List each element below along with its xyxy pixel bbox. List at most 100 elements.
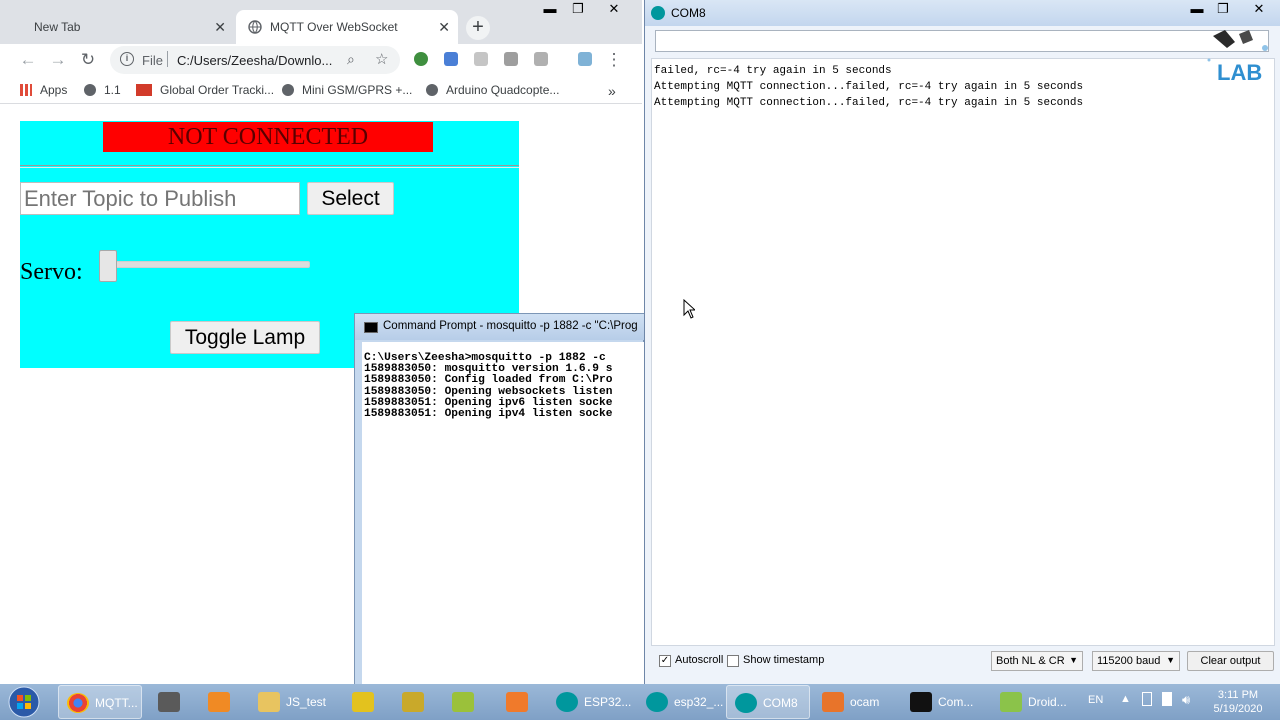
- clear-output-button[interactable]: Clear output: [1187, 651, 1274, 671]
- taskbar-item-esp32[interactable]: ESP32...: [548, 685, 634, 719]
- line-ending-value: Both NL & CR: [996, 655, 1065, 667]
- close-icon[interactable]: ✕: [438, 20, 450, 34]
- taskbar-label: JS_test: [286, 695, 327, 709]
- arduino-icon: [556, 692, 578, 712]
- site-icon: [136, 84, 152, 96]
- servo-slider-track[interactable]: [102, 261, 310, 268]
- taskbar-label: Com...: [938, 695, 974, 709]
- taskbar-item-com8[interactable]: COM8: [726, 685, 810, 719]
- arduino-icon: [735, 693, 757, 713]
- zoom-icon[interactable]: ⌕: [347, 51, 355, 68]
- topic-input[interactable]: [20, 182, 300, 215]
- bookmark-item[interactable]: Arduino Quadcopte...: [426, 83, 559, 97]
- minimize-icon[interactable]: ▬: [536, 0, 564, 20]
- maximize-icon[interactable]: ❐: [1209, 0, 1237, 20]
- back-icon[interactable]: ←: [18, 50, 38, 70]
- volume-icon[interactable]: 🔊︎: [1182, 692, 1190, 708]
- tab-label: New Tab: [34, 20, 81, 34]
- cmd-console[interactable]: C:\Users\Zeesha>mosquitto -p 1882 -c 158…: [362, 342, 645, 686]
- battery-icon[interactable]: [1162, 692, 1172, 706]
- translate-icon[interactable]: [444, 52, 458, 66]
- taskbar-item-droid[interactable]: Droid...: [992, 685, 1076, 719]
- clock-time: 3:11 PM: [1217, 689, 1259, 701]
- taskbar-item[interactable]: [498, 685, 538, 719]
- line-ending-select[interactable]: Both NL & CR ▼: [991, 651, 1083, 671]
- serial-footer: ✓ Autoscroll Show timestamp Both NL & CR…: [645, 648, 1280, 676]
- arrow-app-icon: [452, 692, 474, 712]
- device-icon[interactable]: [1142, 692, 1152, 706]
- maximize-icon[interactable]: ❐: [564, 0, 592, 20]
- minimize-icon[interactable]: ▬: [1183, 0, 1211, 20]
- taskbar-item-ocam[interactable]: ocam: [814, 685, 900, 719]
- connection-status: NOT CONNECTED: [103, 122, 433, 152]
- bookmark-label: Apps: [40, 83, 68, 97]
- taskbar-label: Droid...: [1028, 695, 1067, 709]
- camera-icon: [822, 692, 844, 712]
- close-window-icon[interactable]: ✕: [1245, 0, 1273, 20]
- system-tray: EN ▲ 🔊︎ 3:11 PM 5/19/2020: [1082, 684, 1280, 720]
- bookmark-star-icon[interactable]: ☆: [375, 50, 388, 68]
- taskbar-item-js-test[interactable]: JS_test: [250, 685, 334, 719]
- bookmark-item[interactable]: Global Order Tracki...: [136, 83, 274, 97]
- media-icon: [208, 692, 230, 712]
- serial-titlebar[interactable]: COM8 ▬ ❐ ✕: [645, 0, 1280, 26]
- taskbar-label: esp32_...: [674, 695, 724, 709]
- bookmark-apps[interactable]: Apps: [20, 83, 67, 97]
- globe-icon: [248, 20, 262, 37]
- bookmark-item[interactable]: 1.1: [84, 83, 121, 97]
- apps-grid-icon: [20, 84, 32, 96]
- url-text[interactable]: C:/Users/Zeesha/Downlo...: [177, 53, 347, 68]
- taskbar-item-esp32-sketch[interactable]: esp32_...: [638, 685, 724, 719]
- globe-icon: [84, 84, 96, 96]
- cmd-titlebar[interactable]: Command Prompt - mosquitto -p 1882 -c "C…: [355, 314, 645, 340]
- info-icon[interactable]: i: [120, 52, 134, 66]
- tab-new-tab[interactable]: New Tab ✕: [8, 10, 234, 44]
- chrome-icon: [67, 693, 89, 713]
- console-icon: [364, 322, 378, 333]
- toggle-lamp-button[interactable]: Toggle Lamp: [170, 321, 320, 354]
- new-tab-button[interactable]: +: [466, 16, 490, 40]
- serial-output[interactable]: failed, rc=-4 try again in 5 seconds Att…: [651, 58, 1275, 646]
- clock[interactable]: 3:11 PM 5/19/2020: [1210, 688, 1266, 716]
- desktop: New Tab ✕ MQTT Over WebSocket ✕ + ▬ ❐ ✕ …: [0, 0, 1280, 720]
- sync-icon[interactable]: [578, 52, 592, 66]
- close-window-icon[interactable]: ✕: [600, 0, 628, 20]
- logo-text: LAB: [1217, 60, 1262, 85]
- taskbar-item-command-prompt[interactable]: Com...: [902, 685, 988, 719]
- timestamp-checkbox[interactable]: [727, 655, 739, 667]
- menu-dots-icon[interactable]: ⋮: [604, 50, 624, 70]
- serial-send-input[interactable]: [655, 30, 1269, 52]
- address-bar[interactable]: i File C:/Users/Zeesha/Downlo... ⌕ ☆: [110, 46, 400, 74]
- text-editor-icon: [402, 692, 424, 712]
- baud-select[interactable]: 115200 baud ▼: [1092, 651, 1180, 671]
- bookmark-label: Mini GSM/GPRS +...: [302, 83, 413, 97]
- select-button[interactable]: Select: [307, 182, 394, 215]
- taskbar-item[interactable]: [394, 685, 434, 719]
- start-button[interactable]: [6, 686, 42, 718]
- extension-icon[interactable]: [474, 52, 488, 66]
- forward-icon[interactable]: →: [48, 50, 68, 70]
- tab-mqtt[interactable]: MQTT Over WebSocket ✕: [236, 10, 458, 44]
- cmd-title: Command Prompt - mosquitto -p 1882 -c "C…: [383, 320, 638, 332]
- servo-slider-thumb[interactable]: [99, 250, 117, 282]
- console-line: 1589883051: Opening ipv4 listen socke: [364, 408, 613, 421]
- bookmark-item[interactable]: Mini GSM/GPRS +...: [282, 83, 412, 97]
- bookmark-label: 1.1: [104, 83, 121, 97]
- show-hidden-icons-icon[interactable]: ▲: [1120, 693, 1131, 705]
- language-indicator[interactable]: EN: [1088, 694, 1103, 706]
- taskbar-item[interactable]: [150, 685, 190, 719]
- reload-icon[interactable]: ↻: [78, 50, 98, 70]
- taskbar-item-chrome[interactable]: MQTT...: [58, 685, 142, 719]
- serial-line: failed, rc=-4 try again in 5 seconds: [654, 65, 892, 77]
- folder-icon: [258, 692, 280, 712]
- taskbar-item[interactable]: [444, 685, 484, 719]
- autoscroll-checkbox[interactable]: ✓: [659, 655, 671, 667]
- console-icon: [910, 692, 932, 712]
- taskbar-item[interactable]: [344, 685, 384, 719]
- close-icon[interactable]: ✕: [214, 20, 226, 34]
- extension-icon[interactable]: [534, 52, 548, 66]
- extension-icon[interactable]: [414, 52, 428, 66]
- camera-icon[interactable]: [504, 52, 518, 66]
- more-bookmarks-icon[interactable]: »: [608, 83, 616, 99]
- taskbar-item[interactable]: [200, 685, 240, 719]
